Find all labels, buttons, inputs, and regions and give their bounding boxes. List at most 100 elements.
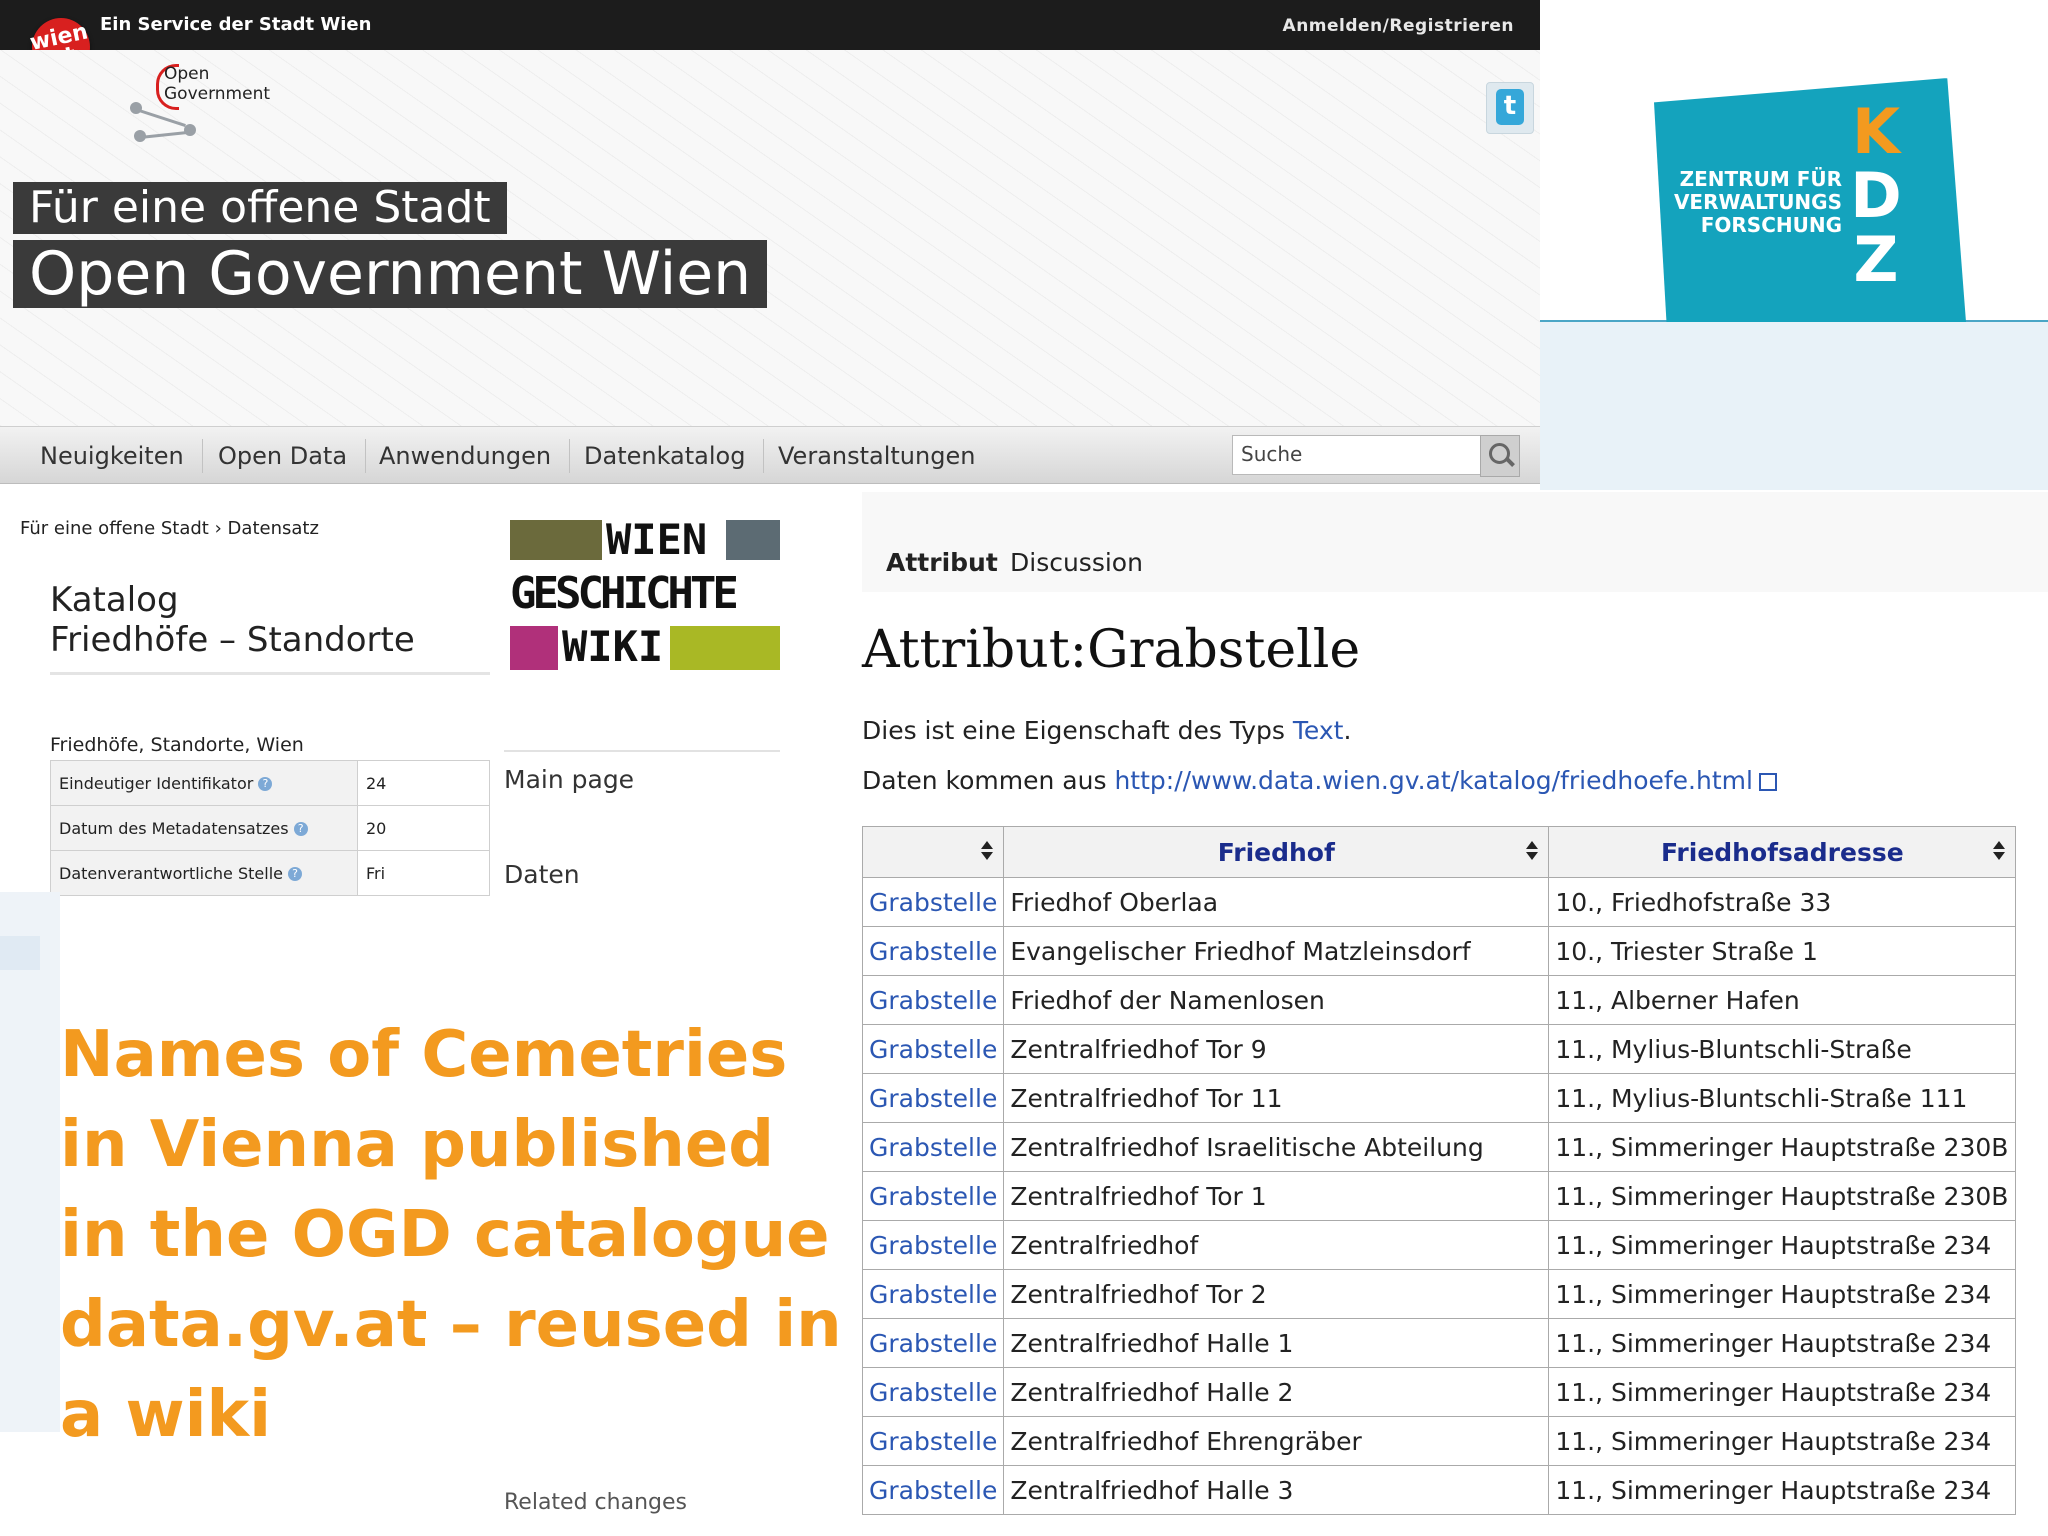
cemetery-address: 11., Mylius-Bluntschli-Straße: [1548, 1024, 2017, 1074]
tab-attribut[interactable]: Attribut: [886, 548, 998, 577]
grabstelle-link[interactable]: Grabstelle: [861, 1367, 1005, 1417]
metadata-row: Datum des Metadatensatzes ? 20: [50, 805, 490, 851]
external-link-icon: [1758, 773, 1777, 791]
logo-word-wiki: WIKI: [562, 622, 664, 671]
metadata-value: 24: [357, 760, 490, 806]
headline-line-1: Names of Cemetries: [60, 1018, 788, 1092]
table-row: Grabstelle Zentralfriedhof Halle 3 11., Si…: [861, 1465, 2017, 1515]
cemetery-address: 11., Simmeringer Hauptstraße 234: [1548, 1220, 2017, 1270]
grabstelle-link[interactable]: Grabstelle: [861, 877, 1005, 927]
headline-line-2: in Vienna published: [60, 1108, 775, 1182]
kdz-line-2: VERWALTUNGS: [1673, 190, 1842, 214]
cemetery-name: Zentralfriedhof Halle 2: [1003, 1367, 1550, 1417]
header-subtitle: Für eine offene Stadt: [13, 182, 507, 234]
metadata-row: Eindeutiger Identifikator ? 24: [50, 760, 490, 806]
data-source-link[interactable]: http://www.data.wien.gv.at/katalog/fried…: [1114, 766, 1753, 795]
grabstelle-link[interactable]: Grabstelle: [861, 1416, 1005, 1466]
column-header-friedhof[interactable]: Friedhof: [1003, 826, 1550, 878]
twitter-icon[interactable]: t: [1486, 82, 1534, 134]
nav-anwendungen[interactable]: Anwendungen: [361, 439, 571, 473]
grabstelle-link[interactable]: Grabstelle: [861, 1269, 1005, 1319]
page-title: Attribut:Grabstelle: [862, 620, 1361, 680]
wiki-nav-daten[interactable]: Daten: [504, 860, 580, 889]
headline-line-3: in the OGD catalogue: [60, 1198, 830, 1272]
kdz-line-3: FORSCHUNG: [1700, 213, 1842, 237]
wien-geschichte-wiki-logo[interactable]: WIEN GESCHICHTE WIKI: [510, 515, 780, 671]
info-icon[interactable]: ?: [288, 867, 303, 881]
cemetery-address: 11., Simmeringer Hauptstraße 234: [1548, 1416, 2017, 1466]
login-register-link[interactable]: Anmelden/Registrieren: [1283, 16, 1514, 36]
table-row: Grabstelle Zentralfriedhof Tor 2 11., Simm…: [861, 1269, 2017, 1319]
slide-headline: Names of Cemetries in Vienna published i…: [60, 1010, 842, 1460]
search-placeholder: Suche: [1241, 442, 1303, 466]
nav-neuigkeiten[interactable]: Neuigkeiten: [22, 439, 203, 473]
tab-discussion[interactable]: Discussion: [1010, 548, 1143, 577]
cemetery-address: 11., Simmeringer Hauptstraße 234: [1548, 1465, 2017, 1515]
cemetery-name: Zentralfriedhof Tor 11: [1003, 1073, 1550, 1123]
nav-veranstaltungen[interactable]: Veranstaltungen: [760, 439, 993, 473]
header-title: Open Government Wien: [13, 240, 768, 308]
kdz-letter-d: D: [1850, 159, 1902, 232]
kdz-letter-z: Z: [1853, 223, 1899, 296]
table-row: Grabstelle Zentralfriedhof Tor 1 11., Simm…: [861, 1171, 2017, 1221]
nav-datenkatalog[interactable]: Datenkatalog: [566, 439, 765, 473]
table-row: Grabstelle Friedhof der Namenlosen 11., Al…: [861, 975, 2017, 1025]
catalog-title: Katalog Friedhöfe – Standorte: [50, 580, 415, 660]
cemetery-name: Evangelischer Friedhof Matzleinsdorf: [1003, 926, 1550, 976]
service-text: Ein Service der Stadt Wien: [100, 14, 372, 35]
headline-line-5: a wiki: [60, 1378, 272, 1452]
logo-word-wien: WIEN: [606, 515, 708, 564]
cemetery-name: Friedhof Oberlaa: [1003, 877, 1550, 927]
sort-icon[interactable]: [1993, 841, 2006, 861]
kdz-logo-text: ZENTRUM FÜR VERWALTUNGS FORSCHUNG: [1672, 168, 1842, 237]
main-nav: Neuigkeiten Open Data Anwendungen Datenk…: [0, 426, 1540, 484]
search-input[interactable]: Suche: [1232, 435, 1482, 475]
breadcrumb-home[interactable]: Für eine offene Stadt: [20, 518, 209, 539]
open-government-logo[interactable]: Open Government: [120, 58, 280, 148]
top-bar: Ein Service der Stadt Wien Anmelden/Regi…: [0, 0, 1540, 50]
metadata-value: Fri: [357, 850, 490, 896]
kdz-letter-k: K: [1851, 95, 1901, 168]
table-row: Grabstelle Friedhof Oberlaa 10., Friedhofs…: [861, 877, 2017, 927]
data-source-text: Daten kommen aus http://www.data.wien.gv…: [862, 766, 1777, 795]
sort-icon[interactable]: [981, 841, 994, 861]
grabstelle-link[interactable]: Grabstelle: [861, 1073, 1005, 1123]
catalog-divider: [50, 672, 490, 675]
grabstelle-link[interactable]: Grabstelle: [861, 1465, 1005, 1515]
sort-icon[interactable]: [1526, 841, 1539, 861]
column-header-friedhofsadresse[interactable]: Friedhofsadresse: [1548, 826, 2017, 878]
grabstelle-link[interactable]: Grabstelle: [861, 1220, 1005, 1270]
grabstelle-link[interactable]: Grabstelle: [861, 926, 1005, 976]
metadata-key: Datum des Metadatensatzes: [59, 818, 289, 838]
cemetery-name: Zentralfriedhof Israelitische Abteilung: [1003, 1122, 1550, 1172]
wiki-nav-divider: [504, 750, 780, 752]
property-type-text: Dies ist eine Eigenschaft des Typs Text.: [862, 716, 1351, 745]
grabstelle-link[interactable]: Grabstelle: [861, 975, 1005, 1025]
table-row: Grabstelle Zentralfriedhof Tor 9 11., Myli…: [861, 1024, 2017, 1074]
wiki-tab-bar: [862, 492, 2048, 592]
logo-block-lime: [670, 626, 780, 670]
column-header-link[interactable]: [861, 826, 1005, 878]
table-row: Grabstelle Zentralfriedhof 11., Simmeringe…: [861, 1220, 2017, 1270]
grabstelle-link[interactable]: Grabstelle: [861, 1122, 1005, 1172]
cemetery-name: Zentralfriedhof: [1003, 1220, 1550, 1270]
nav-open-data[interactable]: Open Data: [200, 439, 367, 473]
property-type-link[interactable]: Text: [1293, 716, 1344, 745]
cemetery-address: 11., Simmeringer Hauptstraße 234: [1548, 1367, 2017, 1417]
table-row: Grabstelle Evangelischer Friedhof Matzlei…: [861, 926, 2017, 976]
grabstelle-link[interactable]: Grabstelle: [861, 1024, 1005, 1074]
kdz-line-1: ZENTRUM FÜR: [1679, 167, 1842, 191]
table-row: Grabstelle Zentralfriedhof Israelitische …: [861, 1122, 2017, 1172]
logo-block-magenta: [510, 626, 558, 670]
cemetery-address: 11., Simmeringer Hauptstraße 234: [1548, 1318, 2017, 1368]
grabstelle-link[interactable]: Grabstelle: [861, 1318, 1005, 1368]
info-icon[interactable]: ?: [293, 822, 308, 836]
wiki-nav-main-page[interactable]: Main page: [504, 765, 634, 794]
metadata-value: 20: [357, 805, 490, 851]
og-line: [135, 108, 186, 127]
wiki-nav-related-changes[interactable]: Related changes: [504, 1490, 687, 1515]
grabstelle-link[interactable]: Grabstelle: [861, 1171, 1005, 1221]
cemetery-name: Zentralfriedhof Halle 1: [1003, 1318, 1550, 1368]
search-button[interactable]: [1480, 435, 1520, 477]
info-icon[interactable]: ?: [258, 777, 273, 791]
